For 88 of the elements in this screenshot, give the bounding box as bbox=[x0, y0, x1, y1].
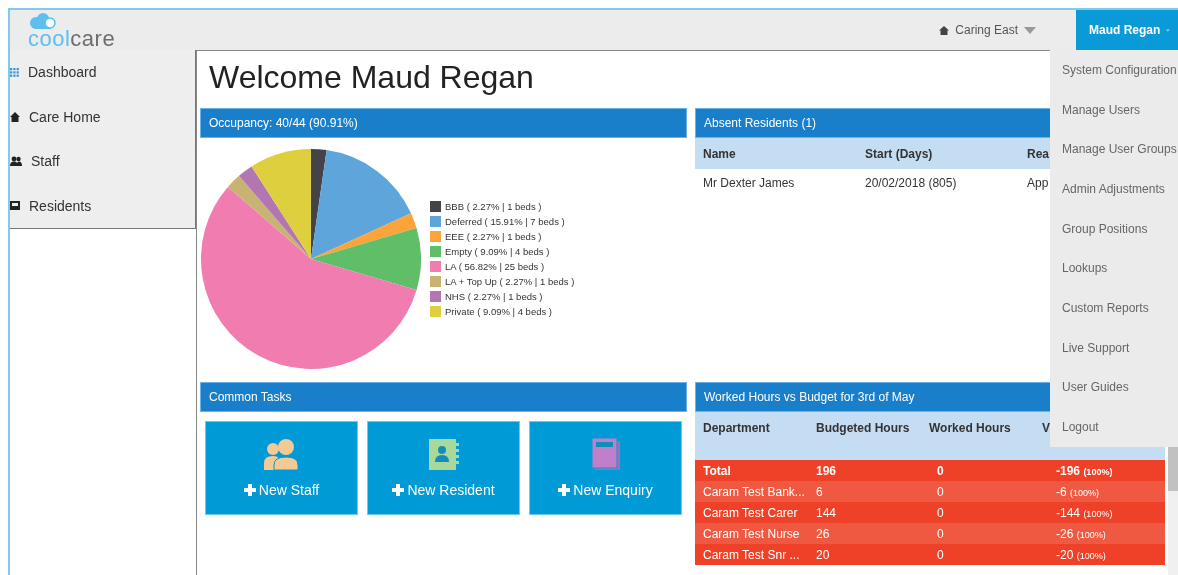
percent-label: (100%) bbox=[1083, 508, 1113, 519]
book-icon bbox=[591, 438, 620, 470]
menu-item[interactable]: Manage Users bbox=[1050, 89, 1178, 130]
menu-item[interactable]: Live Support bbox=[1050, 327, 1178, 368]
legend-swatch bbox=[430, 246, 441, 257]
sidebar-item[interactable]: Residents bbox=[10, 183, 195, 228]
table-cell-text: 26 bbox=[816, 526, 831, 541]
sidebar-item[interactable]: Dashboard bbox=[10, 50, 195, 95]
location-dropdown[interactable]: Caring East bbox=[939, 10, 1076, 50]
column-header: Department bbox=[703, 421, 771, 435]
table-cell: -20 bbox=[1056, 547, 1074, 562]
legend-label: LA + Top Up ( 2.27% | 1 beds ) bbox=[445, 276, 575, 287]
table-cell-text: 0 bbox=[936, 484, 945, 499]
menu-item[interactable]: System Configuration bbox=[1050, 50, 1178, 90]
table-cell-text: Caram Test Bank... bbox=[703, 484, 806, 499]
table-cell-text: 20 bbox=[816, 547, 831, 562]
panel-title: Worked Hours vs Budget for 3rd of May bbox=[704, 390, 915, 404]
plus-icon bbox=[558, 484, 571, 496]
table-cell-text: Caram Test Carer bbox=[703, 505, 799, 520]
table-cell-text: 144 bbox=[816, 505, 838, 520]
menu-item[interactable]: Custom Reports bbox=[1050, 288, 1178, 328]
legend-label: BBB ( 2.27% | 1 beds ) bbox=[445, 201, 542, 212]
table-cell-text: Caram Test Nurse bbox=[703, 526, 801, 541]
legend-label: Private ( 9.09% | 4 beds ) bbox=[445, 306, 553, 317]
logo-text: coolcare bbox=[28, 30, 116, 48]
panel-title: Occupancy: 40/44 (90.91%) bbox=[209, 116, 358, 130]
page-title: Welcome Maud Regan bbox=[209, 58, 534, 96]
column-header: Start (Days) bbox=[865, 146, 934, 161]
legend-label: EEE ( 2.27% | 1 beds ) bbox=[445, 231, 542, 242]
legend-swatch bbox=[430, 306, 441, 317]
legend-swatch bbox=[430, 201, 441, 212]
legend-swatch bbox=[430, 276, 441, 287]
menu-item[interactable]: Manage User Groups bbox=[1050, 129, 1178, 170]
legend-swatch bbox=[430, 216, 441, 227]
table-cell: App bbox=[1027, 175, 1049, 190]
table-cell-text: Total bbox=[703, 463, 732, 478]
legend-label: LA ( 56.82% | 25 beds ) bbox=[445, 261, 545, 272]
table-cell: -144 bbox=[1056, 505, 1081, 520]
address-book-icon bbox=[428, 438, 459, 470]
menu-item[interactable]: Admin Adjustments bbox=[1050, 169, 1178, 209]
column-header: Budgeted Hours bbox=[816, 421, 911, 435]
home-icon bbox=[939, 25, 950, 35]
menu-item[interactable]: Logout bbox=[1050, 407, 1178, 447]
sidebar-item[interactable]: Staff bbox=[10, 139, 195, 184]
column-header: Rea bbox=[1027, 146, 1049, 161]
legend-swatch bbox=[430, 231, 441, 242]
task-tile[interactable]: New Staff bbox=[205, 421, 358, 515]
table-cell-text: 6 bbox=[816, 484, 824, 499]
legend-label: Empty ( 9.09% | 4 beds ) bbox=[445, 246, 550, 257]
column-header: Name bbox=[703, 146, 737, 161]
table-cell: -196 bbox=[1056, 463, 1081, 478]
legend-label: Deferred ( 15.91% | 7 beds ) bbox=[445, 216, 565, 227]
table-cell-text: 0 bbox=[936, 505, 945, 520]
plus-icon bbox=[243, 483, 256, 496]
menu-item[interactable]: User Guides bbox=[1050, 367, 1178, 408]
table-cell: -6 bbox=[1056, 484, 1067, 499]
table-cell-text: 196 bbox=[816, 463, 838, 478]
column-header: V bbox=[1042, 421, 1050, 435]
table-cell-text: 0 bbox=[936, 526, 945, 541]
table-cell-text: 0 bbox=[936, 547, 945, 562]
home-icon bbox=[10, 111, 20, 122]
table-cell-text: 20/02/2018 (805) bbox=[865, 175, 958, 190]
cloud-logo-icon bbox=[28, 12, 58, 30]
caret-icon bbox=[1024, 26, 1036, 34]
grid-icon bbox=[10, 67, 19, 77]
menu-item[interactable]: Lookups bbox=[1050, 248, 1178, 289]
sidebar-item[interactable]: Care Home bbox=[10, 94, 195, 139]
percent-label: (100%) bbox=[1083, 466, 1113, 477]
legend-swatch bbox=[430, 291, 441, 302]
table-cell-text: Caram Test Snr ... bbox=[703, 547, 801, 562]
user-menu-button[interactable]: Maud Regan bbox=[1076, 10, 1178, 50]
people-icon bbox=[263, 438, 300, 470]
task-tile[interactable]: New Enquiry bbox=[529, 421, 682, 515]
percent-label: (100%) bbox=[1076, 529, 1106, 540]
table-cell-text: 0 bbox=[936, 463, 945, 478]
menu-item[interactable]: Group Positions bbox=[1050, 208, 1178, 249]
panel-title: Absent Residents (1) bbox=[704, 116, 817, 130]
percent-label: (100%) bbox=[1076, 550, 1106, 561]
percent-label: (100%) bbox=[1070, 487, 1100, 498]
table-cell-text: Mr Dexter James bbox=[703, 175, 796, 190]
task-tile[interactable]: New Resident bbox=[367, 421, 520, 515]
panel-title: Common Tasks bbox=[209, 390, 292, 404]
table-cell: -26 bbox=[1056, 526, 1074, 541]
legend-swatch bbox=[430, 261, 441, 272]
plus-icon bbox=[392, 483, 405, 496]
users-icon bbox=[10, 156, 22, 167]
legend-label: NHS ( 2.27% | 1 beds ) bbox=[445, 291, 543, 302]
column-header: Worked Hours bbox=[929, 421, 1012, 435]
